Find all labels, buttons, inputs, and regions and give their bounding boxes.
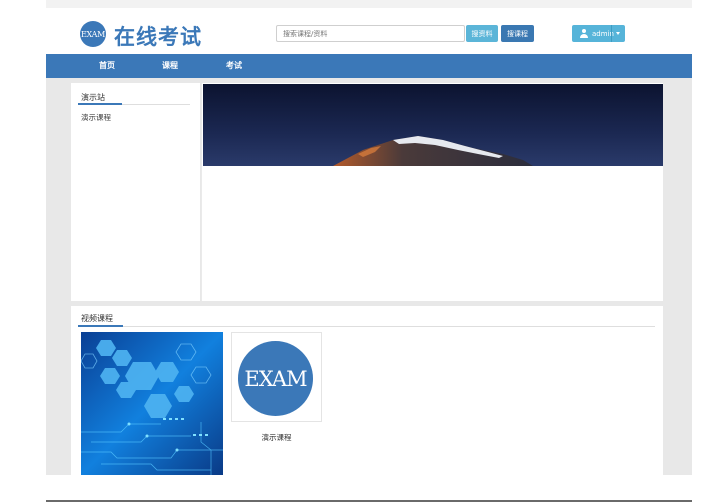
user-menu-divider xyxy=(611,25,612,42)
footer-divider xyxy=(46,500,692,502)
video-courses-panel: 视频课程 EXAM 演示课程 xyxy=(71,306,663,475)
course-card-demo[interactable]: EXAM xyxy=(231,332,322,422)
nav-item-courses[interactable]: 课程 xyxy=(162,54,178,78)
user-menu-button[interactable]: admin xyxy=(572,25,625,42)
sidebar-panel: 演示站 演示课程 xyxy=(71,83,200,301)
main-nav: 首页 课程 考试 xyxy=(46,54,692,78)
mountain-image xyxy=(203,84,663,166)
user-icon xyxy=(579,28,589,39)
search-resource-button[interactable]: 搜资料 xyxy=(466,25,498,42)
sidebar-item-demo-course[interactable]: 演示课程 xyxy=(81,112,111,123)
video-section-title: 视频课程 xyxy=(81,314,113,323)
course-card-label[interactable]: 演示课程 xyxy=(231,432,322,443)
nav-item-home[interactable]: 首页 xyxy=(99,54,115,78)
search-course-button[interactable]: 搜课程 xyxy=(501,25,534,42)
sidebar-title-underline xyxy=(78,103,122,105)
course-logo-icon: EXAM xyxy=(238,341,313,416)
site-frame: EXAM 在线考试 搜资料 搜课程 admin 首页 课程 考试 演示站 演示课… xyxy=(46,0,692,504)
video-section-divider xyxy=(78,326,655,327)
logo-icon[interactable]: EXAM xyxy=(80,21,106,47)
video-section-title-underline xyxy=(78,325,123,327)
site-title[interactable]: 在线考试 xyxy=(114,21,202,51)
top-strip xyxy=(46,0,692,8)
content-area: 演示站 演示课程 视频课程 EXAM 演示课程 xyxy=(46,78,692,475)
search-input[interactable] xyxy=(276,25,465,42)
course-card-thumbnail[interactable] xyxy=(81,332,223,475)
sidebar-title: 演示站 xyxy=(81,93,105,102)
page: EXAM 在线考试 搜资料 搜课程 admin 首页 课程 考试 演示站 演示课… xyxy=(0,0,710,504)
nav-item-exams[interactable]: 考试 xyxy=(226,54,242,78)
banner-panel xyxy=(201,83,663,301)
tech-hexagon-image xyxy=(81,332,223,475)
chevron-down-icon[interactable] xyxy=(616,32,620,35)
banner-image[interactable] xyxy=(203,84,663,166)
